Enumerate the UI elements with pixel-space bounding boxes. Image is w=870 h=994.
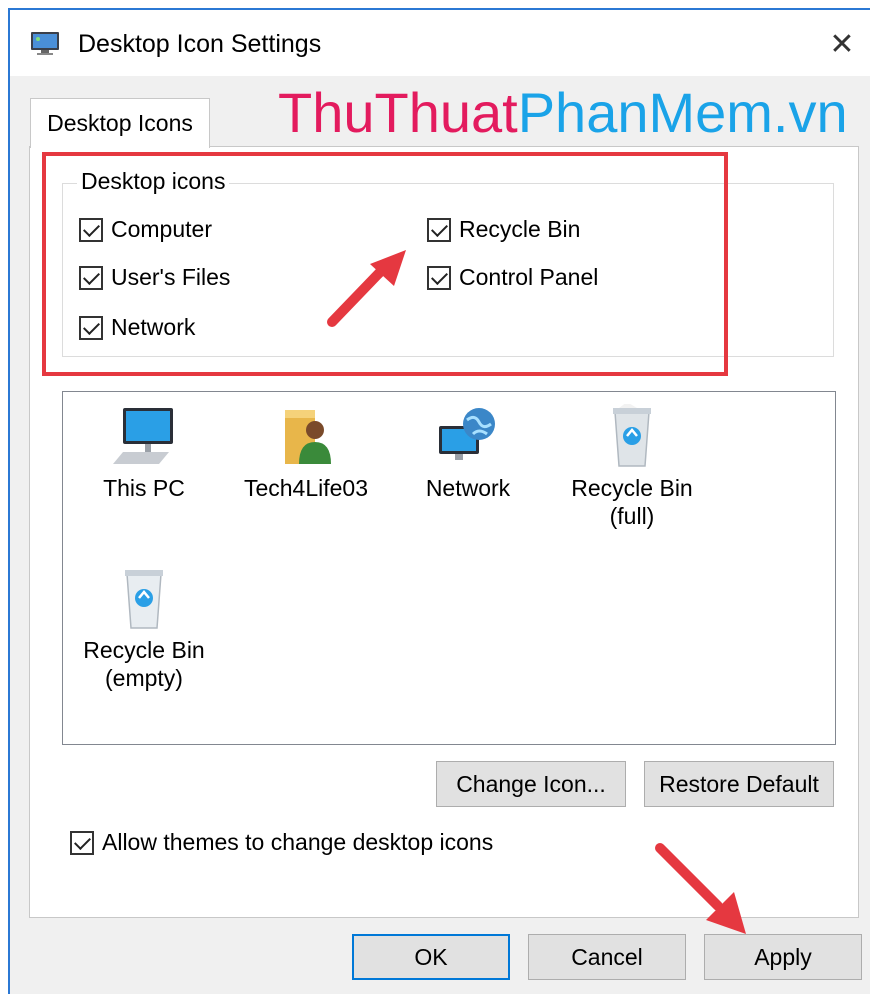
checkbox-label: User's Files bbox=[111, 264, 231, 290]
watermark: ThuThuatPhanMem.vn bbox=[278, 80, 848, 145]
checkbox-label: Allow themes to change desktop icons bbox=[102, 829, 494, 855]
icon-label: Recycle Bin bbox=[83, 637, 205, 663]
checkbox-checked-icon[interactable] bbox=[427, 217, 451, 242]
checkbox-checked-icon[interactable] bbox=[70, 830, 94, 855]
title-bar[interactable]: Desktop Icon Settings ✕ bbox=[10, 10, 870, 76]
network-globe-icon bbox=[439, 408, 495, 460]
list-item[interactable]: Network bbox=[393, 404, 543, 502]
close-icon: ✕ bbox=[829, 27, 855, 61]
checkbox-checked-icon[interactable] bbox=[79, 265, 103, 290]
recycle-bin-empty-icon bbox=[125, 570, 163, 629]
restore-default-button[interactable]: Restore Default bbox=[644, 761, 834, 807]
dialog-window: Desktop Icon Settings ✕ ThuThuatPhanMem.… bbox=[8, 8, 870, 994]
icon-label: This PC bbox=[103, 475, 185, 501]
cancel-button[interactable]: Cancel bbox=[528, 934, 686, 980]
icon-sublabel: (full) bbox=[609, 503, 655, 529]
list-item[interactable]: Recycle Bin (empty) bbox=[69, 566, 219, 692]
checkbox-computer[interactable]: Computer bbox=[79, 216, 212, 243]
checkbox-allow-themes[interactable]: Allow themes to change desktop icons bbox=[70, 829, 493, 856]
apply-button[interactable]: Apply bbox=[704, 934, 862, 980]
checkbox-control-panel[interactable]: Control Panel bbox=[427, 264, 598, 291]
watermark-part1: ThuThuat bbox=[278, 81, 518, 144]
list-item[interactable]: Tech4Life03 bbox=[231, 404, 381, 502]
computer-icon bbox=[113, 408, 173, 464]
desktop-icon-list[interactable]: This PC Tech4Life03 Network Recycle Bin … bbox=[62, 391, 836, 745]
checkbox-checked-icon[interactable] bbox=[427, 265, 451, 290]
tab-desktop-icons[interactable]: Desktop Icons bbox=[30, 98, 210, 148]
list-item[interactable]: This PC bbox=[69, 404, 219, 502]
checkbox-label: Recycle Bin bbox=[459, 216, 581, 242]
recycle-bin-full-icon bbox=[613, 404, 651, 467]
ok-button[interactable]: OK bbox=[352, 934, 510, 980]
checkbox-label: Computer bbox=[111, 216, 212, 242]
checkbox-label: Control Panel bbox=[459, 264, 599, 290]
checkbox-users-files[interactable]: User's Files bbox=[79, 264, 230, 291]
list-item[interactable]: Recycle Bin (full) bbox=[557, 404, 707, 530]
checkbox-recycle-bin[interactable]: Recycle Bin bbox=[427, 216, 580, 243]
icon-label: Recycle Bin bbox=[571, 475, 693, 501]
watermark-part2: PhanMem.vn bbox=[517, 81, 848, 144]
dialog-title: Desktop Icon Settings bbox=[78, 30, 322, 58]
checkbox-network[interactable]: Network bbox=[79, 314, 195, 341]
change-icon-button[interactable]: Change Icon... bbox=[436, 761, 626, 807]
user-folder-icon bbox=[285, 410, 331, 464]
icon-sublabel: (empty) bbox=[105, 665, 183, 691]
desktop-icons-group: Desktop icons Computer User's Files Netw… bbox=[62, 168, 834, 357]
icon-label: Network bbox=[425, 475, 511, 501]
close-button[interactable]: ✕ bbox=[822, 24, 862, 64]
checkbox-checked-icon[interactable] bbox=[79, 315, 103, 340]
desktop-settings-icon bbox=[31, 32, 59, 55]
icon-label: Tech4Life03 bbox=[243, 475, 369, 501]
checkbox-label: Network bbox=[111, 314, 196, 340]
checkbox-checked-icon[interactable] bbox=[79, 217, 103, 242]
tab-panel: Desktop icons Computer User's Files Netw… bbox=[29, 146, 859, 918]
group-label: Desktop icons bbox=[77, 168, 230, 195]
